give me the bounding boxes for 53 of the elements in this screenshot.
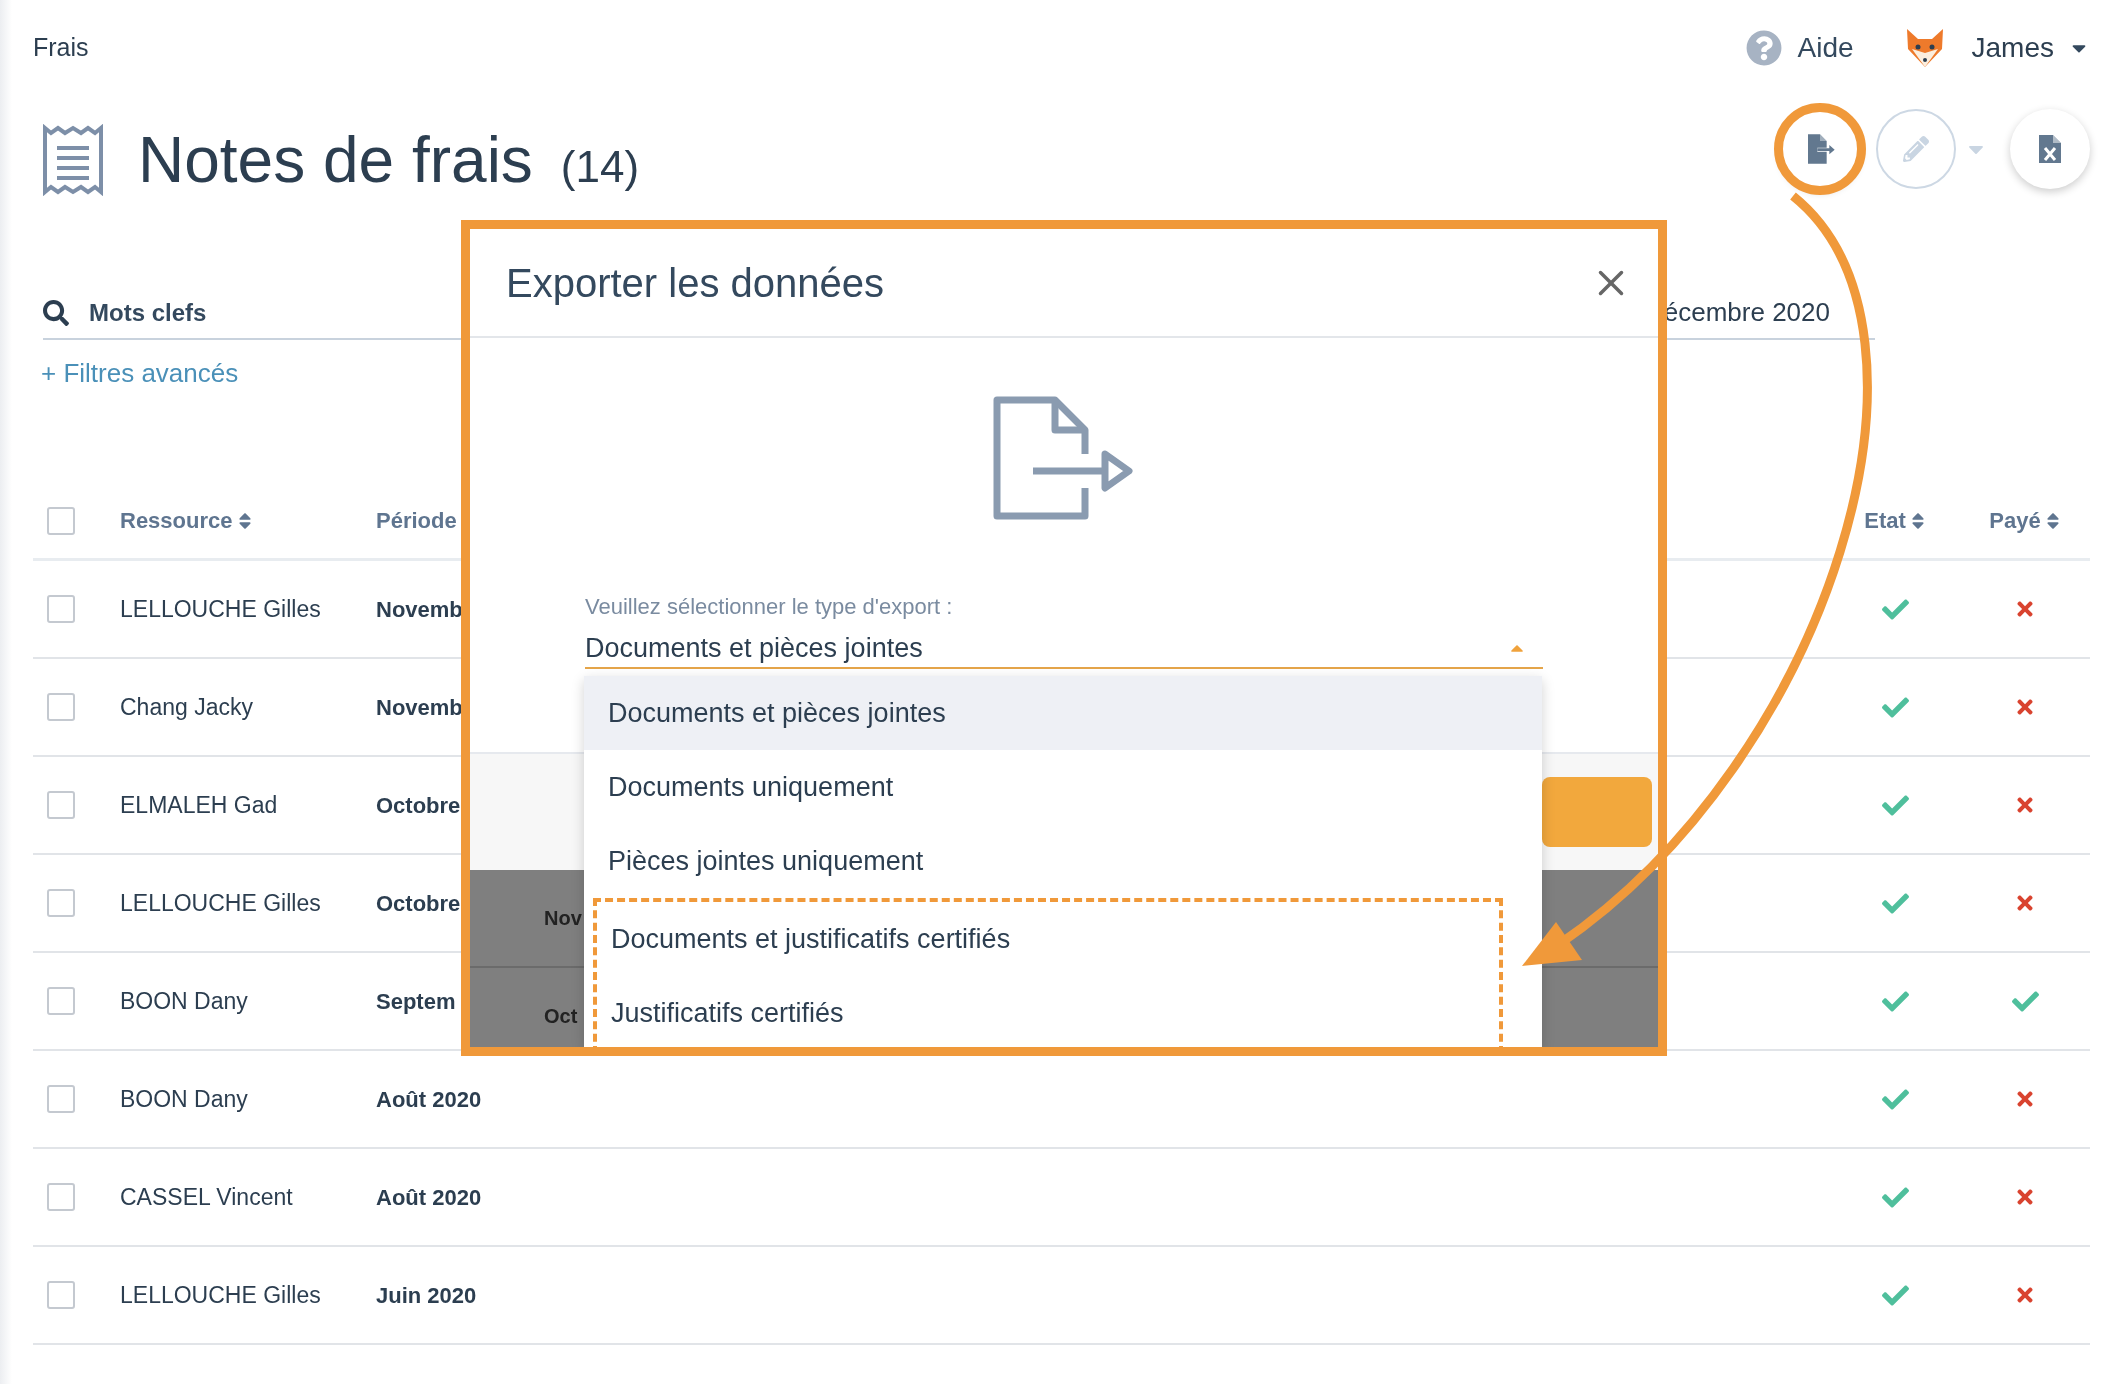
checkbox[interactable] xyxy=(47,987,75,1015)
resource-cell: BOON Dany xyxy=(120,1085,248,1112)
pencil-icon xyxy=(1903,136,1929,162)
column-header[interactable]: Période xyxy=(376,504,457,537)
resource-cell: Chang Jacky xyxy=(120,693,253,720)
checkbox[interactable] xyxy=(47,693,75,721)
search-placeholder: Mots clefs xyxy=(89,297,207,328)
search-icon xyxy=(43,299,69,326)
period-cell: Juin 2020 xyxy=(376,1282,477,1308)
user-name[interactable]: James xyxy=(1971,27,2054,69)
checkbox[interactable] xyxy=(47,595,75,623)
excel-export-button[interactable] xyxy=(2010,109,2090,189)
background-text: Oct xyxy=(544,1004,578,1029)
spreadsheet-file-icon xyxy=(2038,134,2062,164)
dropdown-option[interactable]: Documents et pièces jointes xyxy=(584,676,1542,750)
dropdown-option[interactable]: Documents uniquement xyxy=(584,750,1542,824)
period-cell: Novemb xyxy=(376,596,463,622)
background-text: Nov xyxy=(544,906,582,931)
dropdown-option[interactable]: Pièces jointes uniquement xyxy=(584,824,1542,898)
resource-cell: LELLOUCHE Gilles xyxy=(120,595,321,622)
help-icon xyxy=(1746,30,1783,66)
receipt-icon xyxy=(41,124,105,196)
checkbox[interactable] xyxy=(47,1183,75,1211)
dialog-title: Exporter les données xyxy=(506,259,884,307)
field-label: Veuillez sélectionner le type d'export : xyxy=(585,593,954,621)
column-header[interactable]: Etat xyxy=(1864,504,1906,537)
period-cell: Août 2020 xyxy=(376,1086,482,1112)
checkbox[interactable] xyxy=(47,889,75,917)
help-link[interactable]: Aide xyxy=(1797,27,1854,69)
checkbox[interactable] xyxy=(47,506,75,535)
resource-cell: LELLOUCHE Gilles xyxy=(120,1281,321,1308)
period-cell: Novemb xyxy=(376,694,463,720)
breadcrumb[interactable]: Frais xyxy=(33,29,89,67)
period-cell: Août 2020 xyxy=(376,1184,482,1210)
item-count: (14) xyxy=(560,141,640,193)
confirm-button[interactable] xyxy=(1542,777,1652,847)
resource-cell: BOON Dany xyxy=(120,987,248,1014)
period-cell: Octobre xyxy=(376,792,461,818)
checkbox[interactable] xyxy=(47,1281,75,1309)
advanced-filters-link[interactable]: + Filtres avancés xyxy=(41,353,239,393)
export-type-select[interactable]: Documents et pièces jointes xyxy=(585,629,1543,669)
file-export-icon xyxy=(993,396,1135,520)
checkbox[interactable] xyxy=(47,791,75,819)
checkbox[interactable] xyxy=(47,1085,75,1113)
resource-cell: CASSEL Vincent xyxy=(120,1183,293,1210)
column-header[interactable]: Ressource xyxy=(120,504,233,537)
column-header[interactable]: Payé xyxy=(1989,504,2041,537)
resource-cell: LELLOUCHE Gilles xyxy=(120,889,321,916)
resource-cell: ELMALEH Gad xyxy=(120,791,278,818)
period-cell: Septem xyxy=(376,988,456,1014)
date-filter[interactable]: écembre 2020 xyxy=(1663,293,1830,332)
page-title: Notes de frais xyxy=(138,123,533,198)
period-cell: Octobre xyxy=(376,890,461,916)
